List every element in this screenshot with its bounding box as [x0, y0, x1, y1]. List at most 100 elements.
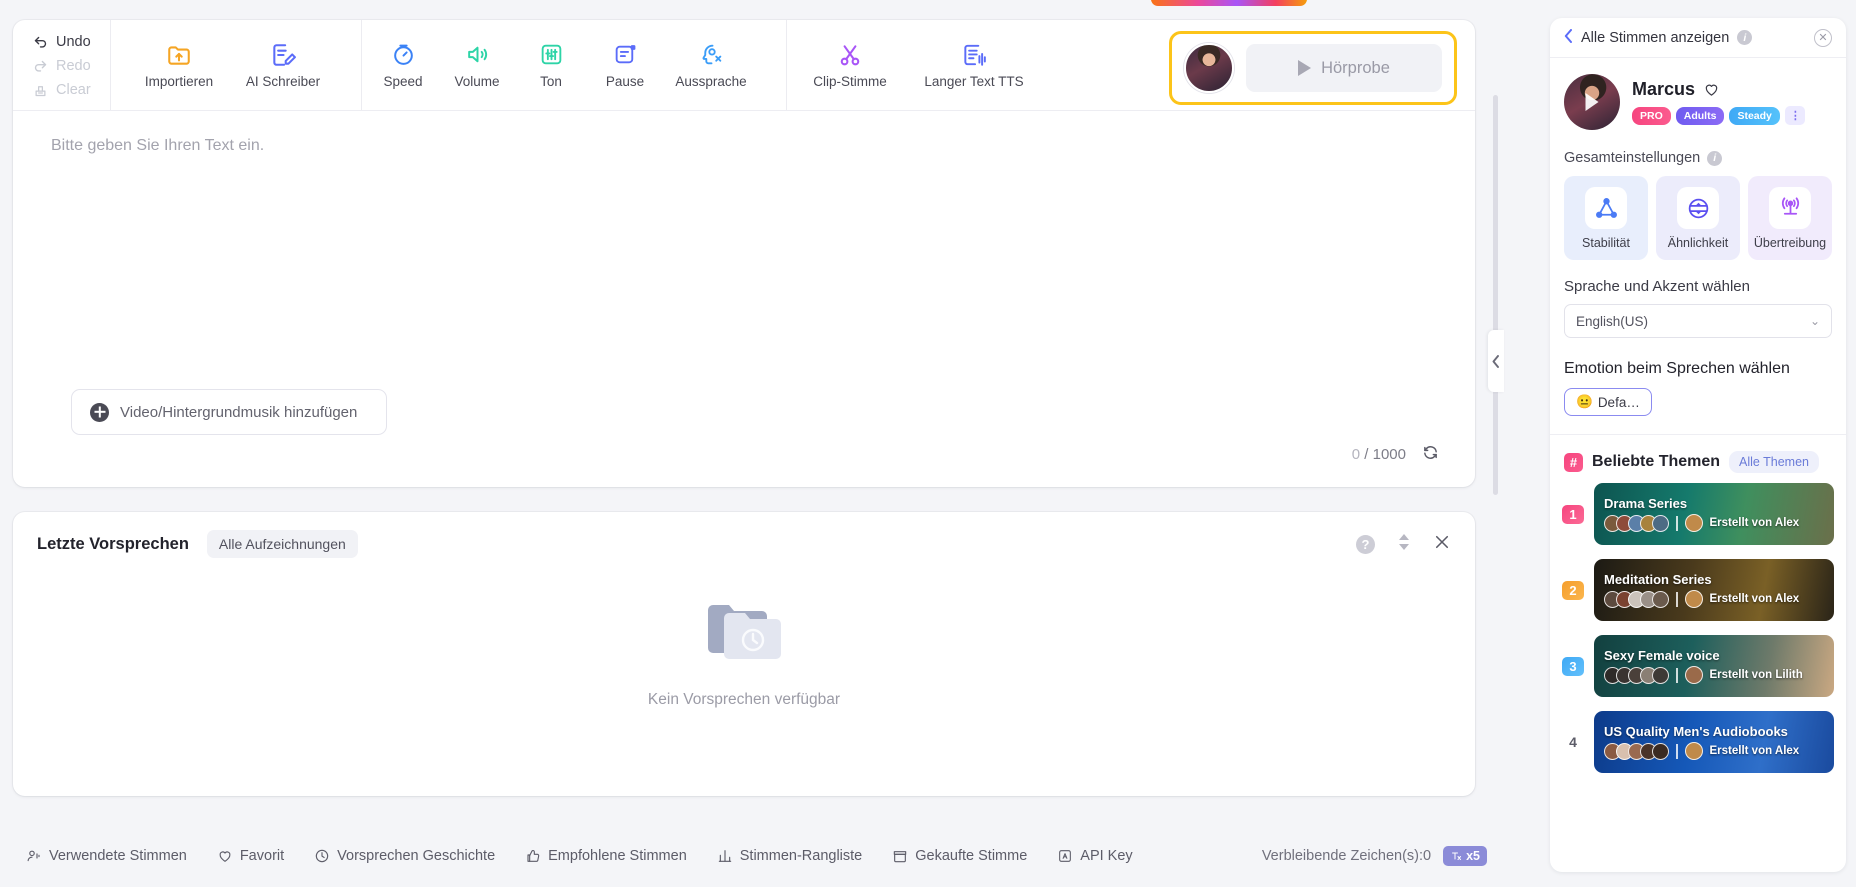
topic-meta: Erstellt von Lilith [1604, 666, 1824, 684]
bottom-item-audition-history[interactable]: Vorsprechen Geschichte [314, 848, 495, 864]
topics-list: 1 Drama Series Erstellt von Alex 2 Medit… [1550, 483, 1846, 773]
settings-section: Gesamteinstellungen i Stabilität Ähnlich… [1550, 150, 1846, 416]
close-circle-icon[interactable]: ✕ [1814, 28, 1832, 47]
main-scrollbar[interactable] [1493, 95, 1498, 495]
refresh-icon[interactable] [1422, 444, 1439, 465]
bottom-item-api-key[interactable]: API Key [1057, 848, 1133, 864]
heart-outline-icon[interactable] [1703, 81, 1720, 98]
import-label: Importieren [144, 74, 214, 89]
topic-creator: Erstellt von Alex [1709, 517, 1800, 529]
bottom-item-recommended-voices[interactable]: Empfohlene Stimmen [525, 848, 687, 864]
speed-label: Speed [383, 74, 423, 89]
char-limit: 1000 [1372, 446, 1406, 463]
info-icon[interactable]: i [1737, 30, 1753, 45]
divider [1676, 515, 1678, 531]
voice-avatar-stack [1604, 590, 1669, 608]
settings-label: Gesamteinstellungen [1564, 150, 1701, 166]
show-all-voices-link[interactable]: Alle Stimmen anzeigen [1581, 30, 1729, 46]
ai-writer-label: AI Schreiber [245, 74, 321, 89]
pronunciation-button[interactable]: Aussprache [662, 28, 760, 102]
ai-writer-button[interactable]: AI Schreiber [231, 28, 335, 102]
text-input-area[interactable]: Bitte geben Sie Ihren Text ein. Video/Hi… [13, 111, 1475, 487]
import-button[interactable]: Importieren [127, 28, 231, 102]
creator-avatar [1684, 666, 1703, 684]
topic-creator: Erstellt von Lilith [1709, 669, 1803, 681]
bottom-item-label: API Key [1080, 848, 1133, 864]
question-mark-icon[interactable]: ? [1356, 534, 1375, 554]
topic-card-meditation-series[interactable]: Meditation Series Erstellt von Alex [1594, 559, 1834, 621]
pronunciation-head-icon [699, 41, 724, 68]
setting-label: Ähnlichkeit [1667, 236, 1729, 250]
bottom-item-purchased-voice[interactable]: Gekaufte Stimme [892, 848, 1027, 864]
bottom-right-status: Verbleibende Zeichen(s):0 x5 [1262, 846, 1487, 866]
tag-steady: Steady [1729, 106, 1780, 125]
clear-button[interactable]: Clear [33, 79, 110, 101]
audition-panel[interactable]: Hörprobe [1169, 31, 1457, 105]
text-multiplier-icon [1452, 852, 1462, 860]
clip-voice-label: Clip-Stimme [813, 74, 887, 89]
voice-avatar-stack [1604, 742, 1669, 760]
pronunciation-label: Aussprache [675, 74, 747, 89]
topic-title: Meditation Series [1604, 572, 1712, 587]
horprobe-button[interactable]: Hörprobe [1246, 44, 1442, 92]
voice-avatar[interactable] [1564, 74, 1620, 130]
audition-avatar[interactable] [1184, 43, 1234, 93]
topic-title: Sexy Female voice [1604, 648, 1720, 663]
recent-auditions-card: Letzte Vorsprechen Alle Aufzeichnungen ? [13, 512, 1475, 796]
setting-stability[interactable]: Stabilität [1564, 176, 1648, 260]
multiplier-label: x5 [1466, 849, 1480, 863]
topic-meta: Erstellt von Alex [1604, 742, 1824, 760]
topic-card-drama-series[interactable]: Drama Series Erstellt von Alex [1594, 483, 1834, 545]
emotion-chip[interactable]: 😐 Defa… [1564, 388, 1652, 416]
topic-card-sexy-female-voice[interactable]: Sexy Female voice Erstellt von Lilith [1594, 635, 1834, 697]
close-icon[interactable] [1433, 533, 1451, 556]
multiplier-badge[interactable]: x5 [1443, 846, 1487, 866]
voice-name: Marcus [1632, 79, 1696, 99]
language-select[interactable]: English(US) ⌄ [1564, 304, 1832, 338]
info-icon[interactable]: i [1707, 150, 1723, 166]
bottom-item-favorite[interactable]: Favorit [217, 848, 284, 864]
voice-avatar-stack [1604, 666, 1669, 684]
speed-button[interactable]: Speed [366, 28, 440, 102]
redo-button[interactable]: Redo [33, 55, 110, 77]
long-text-tts-button[interactable]: Langer Text TTS [909, 28, 1039, 102]
char-count: 0 [1351, 446, 1361, 463]
all-topics-button[interactable]: Alle Themen [1729, 451, 1819, 473]
pause-button[interactable]: Pause [588, 28, 662, 102]
tag-pro: PRO [1632, 106, 1671, 125]
topic-row: 4 US Quality Men's Audiobooks Erstellt v… [1562, 711, 1834, 773]
clock-icon [315, 849, 329, 863]
right-panel: Alle Stimmen anzeigen i ✕ Marcus PRO Adu… [1550, 18, 1846, 872]
topic-card-us-audiobooks[interactable]: US Quality Men's Audiobooks Erstellt von… [1594, 711, 1834, 773]
emotion-chip-label: Defa… [1597, 394, 1640, 410]
setting-exaggeration[interactable]: Übertreibung [1748, 176, 1832, 260]
app-root: Undo Redo Clear Importieren AI Schreiber… [0, 0, 1856, 887]
long-text-audio-icon [961, 41, 987, 68]
creator-avatar [1684, 742, 1703, 760]
collapse-panel-button[interactable] [1488, 330, 1504, 392]
tone-button[interactable]: Ton [514, 28, 588, 102]
undo-button[interactable]: Undo [33, 31, 110, 53]
bottom-item-label: Gekaufte Stimme [915, 848, 1028, 864]
chevron-left-icon[interactable] [1564, 29, 1573, 46]
clip-voice-button[interactable]: Clip-Stimme [791, 28, 909, 102]
clip-tools-group: Clip-Stimme Langer Text TTS [786, 20, 1043, 110]
pause-card-icon [613, 41, 638, 68]
sort-updown-icon[interactable] [1397, 533, 1411, 556]
setting-similarity[interactable]: Ähnlichkeit [1656, 176, 1740, 260]
divider [1676, 667, 1678, 683]
add-media-button[interactable]: Video/Hintergrundmusik hinzufügen [71, 389, 387, 435]
broadcast-icon [1769, 187, 1811, 229]
more-vertical-icon[interactable]: ⋮ [1784, 106, 1805, 125]
all-records-button[interactable]: Alle Aufzeichnungen [206, 530, 358, 558]
topic-creator: Erstellt von Alex [1709, 745, 1800, 757]
clear-label: Clear [56, 82, 91, 98]
add-media-label: Video/Hintergrundmusik hinzufügen [120, 403, 358, 421]
bottom-item-voice-ranking[interactable]: Stimmen-Rangliste [717, 848, 862, 864]
topic-title: Drama Series [1604, 496, 1688, 511]
hash-badge-icon: # [1564, 452, 1583, 472]
volume-button[interactable]: Volume [440, 28, 514, 102]
thumbs-up-icon [527, 850, 540, 862]
speedometer-icon [391, 41, 416, 68]
bottom-item-used-voices[interactable]: Verwendete Stimmen [26, 848, 187, 864]
